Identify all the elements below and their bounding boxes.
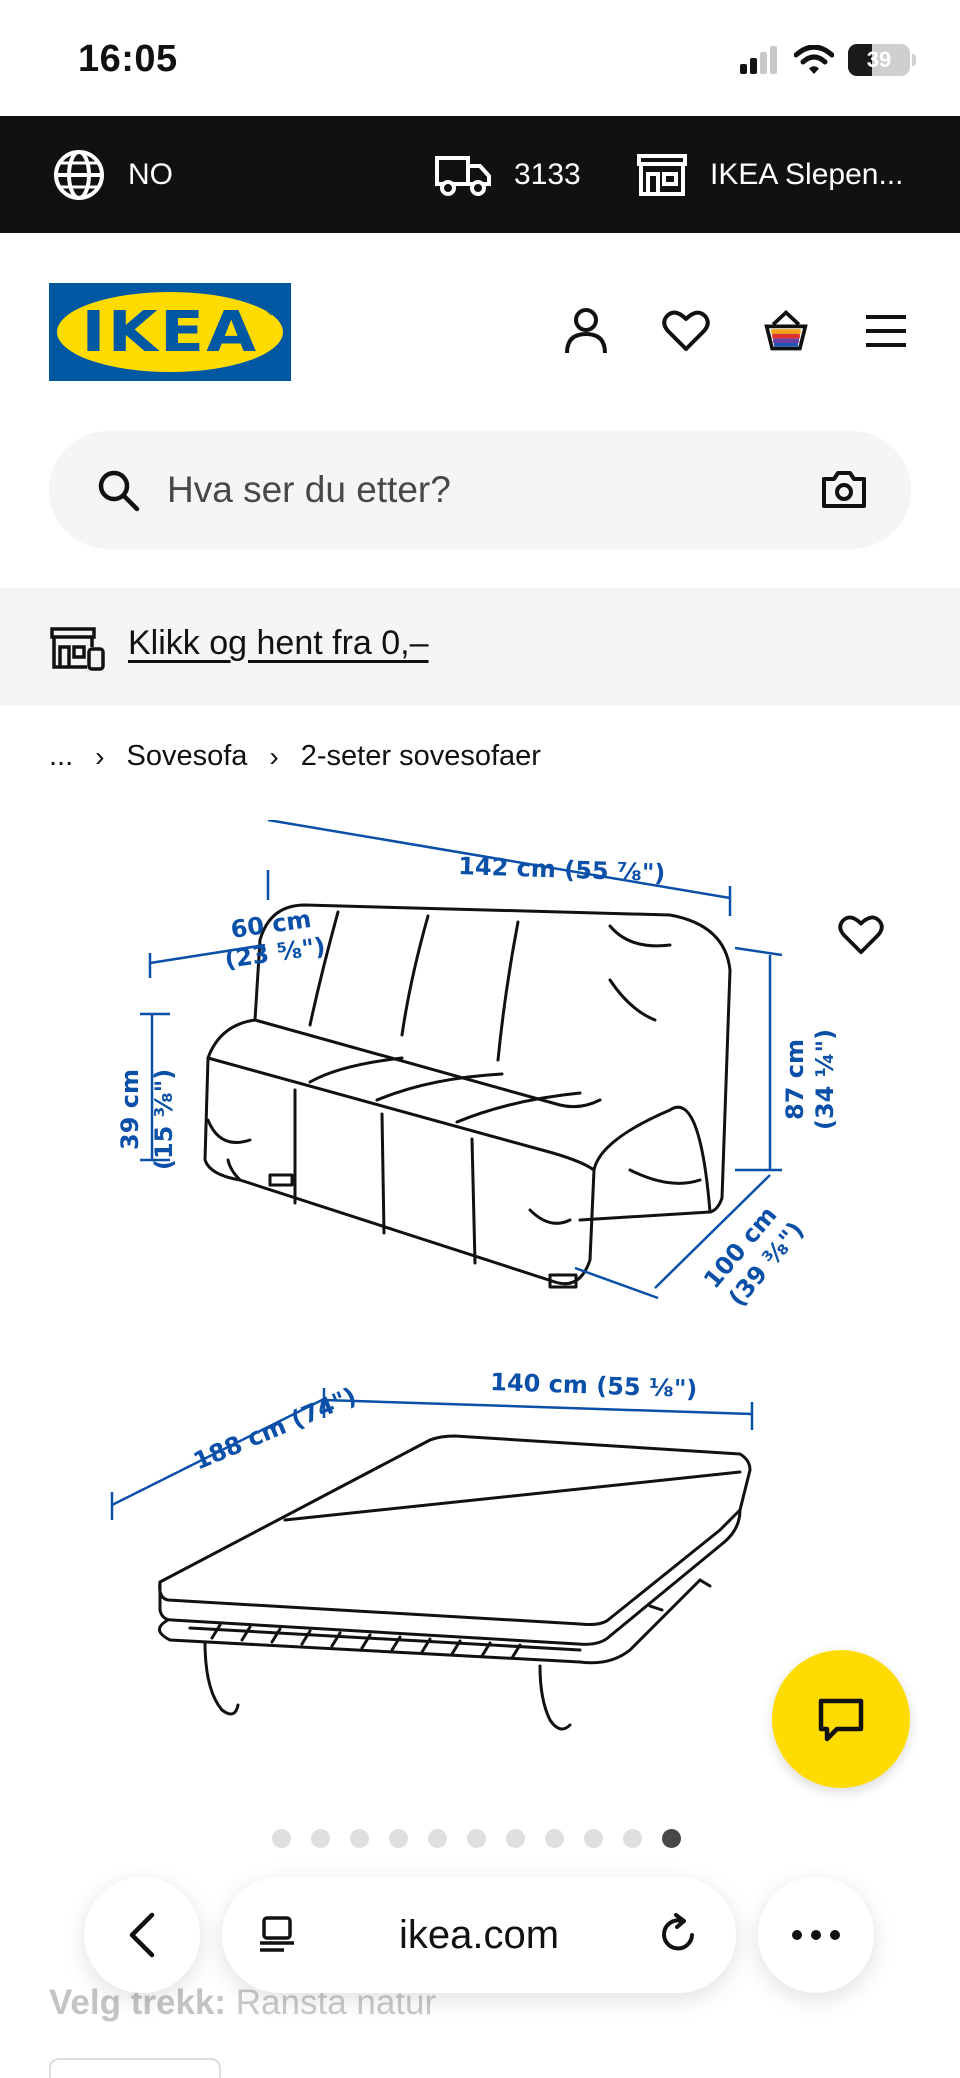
delivery-truck-icon: [435, 155, 491, 196]
battery-level: 39: [866, 47, 892, 72]
image-pager: [272, 1829, 681, 1848]
top-utility-bar: NO 3133 IKEA Slepen...: [0, 116, 960, 233]
chat-bubble-icon: [818, 1698, 864, 1742]
chevron-right-icon: ›: [95, 740, 105, 772]
search-icon[interactable]: [96, 468, 140, 512]
pager-dot-active[interactable]: [662, 1829, 681, 1848]
breadcrumb-ellipsis[interactable]: ...: [49, 740, 73, 773]
logo-registered-mark: ®: [267, 307, 275, 318]
camera-search-icon[interactable]: [821, 469, 867, 509]
status-time: 16:05: [78, 38, 178, 80]
reload-icon[interactable]: [660, 1913, 700, 1957]
dim-height-in: (34 ¼"): [811, 1029, 839, 1130]
menu-button[interactable]: [862, 303, 910, 359]
dim-seat-height: 39 cm: [116, 1069, 144, 1150]
dim-height: 87 cm: [781, 1039, 809, 1120]
store-selector[interactable]: IKEA Slepen...: [636, 116, 903, 233]
more-dots-icon: [792, 1930, 840, 1940]
sofa-bed-drawing: [158, 1434, 752, 1731]
pager-dot[interactable]: [428, 1829, 447, 1848]
pager-dot[interactable]: [623, 1829, 642, 1848]
status-icons: 39: [740, 44, 916, 76]
browser-url: ikea.com: [398, 1912, 560, 1957]
wifi-icon: [794, 45, 834, 74]
dimension-labels: 142 cm (55 ⅞") 60 cm (23 ⁵⁄₈") 39 cm (15…: [116, 852, 839, 1476]
battery-icon: 39: [848, 44, 910, 76]
cellular-signal-icon: [740, 46, 777, 74]
pager-dot[interactable]: [467, 1829, 486, 1848]
pager-dot[interactable]: [350, 1829, 369, 1848]
shopping-basket-icon: [764, 310, 808, 351]
browser-address-bar[interactable]: ikea.com: [222, 1877, 736, 1993]
header-actions: [562, 303, 910, 359]
chevron-left-icon: [129, 1912, 155, 1958]
breadcrumb-item-sovesofa[interactable]: Sovesofa: [127, 740, 248, 773]
pager-dot[interactable]: [545, 1829, 564, 1848]
search-bar: [49, 431, 911, 549]
heart-icon: [662, 310, 710, 351]
cover-swatch[interactable]: [49, 2058, 221, 2078]
breadcrumb: ... › Sovesofa › 2-seter sovesofaer: [49, 740, 541, 773]
pager-dot[interactable]: [506, 1829, 525, 1848]
logo-text: IKEA: [81, 299, 259, 365]
chat-button[interactable]: [772, 1650, 910, 1788]
ikea-logo[interactable]: IKEA ®: [49, 283, 291, 381]
product-dimension-image[interactable]: 142 cm (55 ⅞") 60 cm (23 ⁵⁄₈") 39 cm (15…: [110, 820, 850, 1800]
dim-seat-height-in: (15 ³⁄₈"): [150, 1069, 178, 1170]
hamburger-menu-icon: [866, 315, 906, 347]
status-bar: 16:05 39: [0, 0, 960, 116]
browser-back-button[interactable]: [84, 1877, 200, 1993]
cart-button[interactable]: [762, 303, 810, 359]
profile-icon: [565, 308, 607, 354]
postcode-label: 3133: [514, 157, 581, 191]
globe-icon: [54, 149, 104, 200]
pager-dot[interactable]: [272, 1829, 291, 1848]
breadcrumb-item-2-seter[interactable]: 2-seter sovesofaer: [301, 740, 541, 773]
postcode-selector[interactable]: 3133: [434, 116, 581, 233]
add-to-favourites-icon[interactable]: [838, 914, 884, 956]
click-collect-link[interactable]: Klikk og hent fra 0,–: [128, 624, 429, 663]
dim-bed-length: 188 cm (74"): [189, 1382, 360, 1476]
battery-cap: [912, 54, 916, 66]
language-label: NO: [128, 157, 173, 191]
language-selector[interactable]: NO: [52, 116, 173, 233]
dim-bed-width: 140 cm (55 ⅛"): [490, 1368, 698, 1403]
click-collect-banner: Klikk og hent fra 0,–: [0, 588, 960, 706]
store-label: IKEA Slepen...: [710, 157, 904, 191]
browser-more-button[interactable]: [758, 1877, 874, 1993]
chevron-right-icon: ›: [269, 740, 279, 772]
pager-dot[interactable]: [311, 1829, 330, 1848]
pager-dot[interactable]: [584, 1829, 603, 1848]
search-input[interactable]: [167, 461, 807, 519]
favourites-button[interactable]: [662, 303, 710, 359]
click-collect-icon: [50, 627, 105, 671]
reader-page-icon[interactable]: [258, 1915, 298, 1955]
pager-dot[interactable]: [389, 1829, 408, 1848]
store-icon: [637, 153, 687, 196]
dim-width: 142 cm (55 ⅞"): [458, 852, 666, 887]
account-button[interactable]: [562, 303, 610, 359]
